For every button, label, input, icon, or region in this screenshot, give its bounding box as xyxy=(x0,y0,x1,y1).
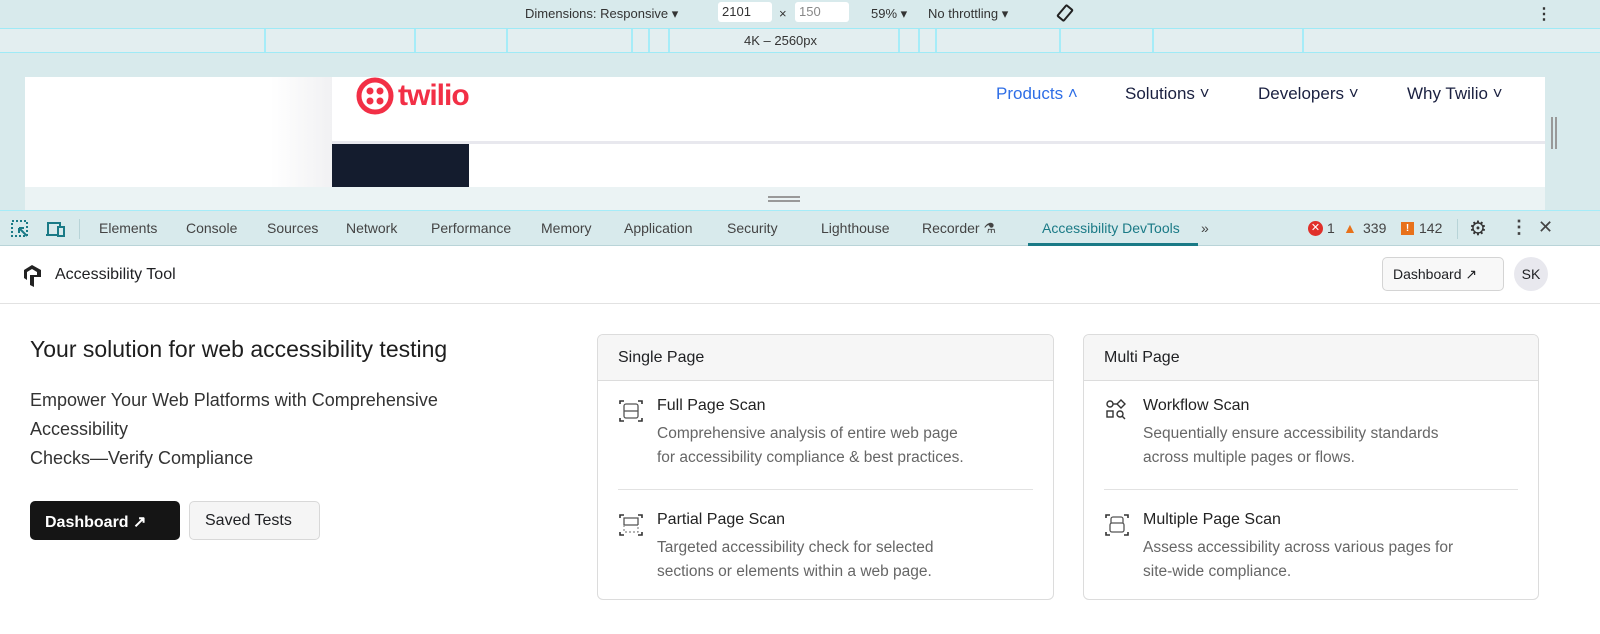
dimensions-label: Dimensions: Responsive xyxy=(525,6,669,21)
tab-elements[interactable]: Elements xyxy=(99,220,157,236)
card-title: Single Page xyxy=(598,335,1053,381)
flask-icon: ⚗ xyxy=(983,220,997,236)
nav-products[interactable]: Products ˄ xyxy=(996,84,1078,104)
multiple-page-scan-icon xyxy=(1105,514,1129,536)
desc-line: Assess accessibility across various page… xyxy=(1143,539,1454,556)
device-toggle-icon[interactable] xyxy=(44,220,66,241)
tab-memory[interactable]: Memory xyxy=(541,220,592,236)
user-avatar[interactable]: SK xyxy=(1514,257,1548,291)
dashboard-button[interactable]: Dashboard ↗ xyxy=(30,501,180,540)
tab-accessibility-devtools[interactable]: Accessibility DevTools xyxy=(1042,220,1180,236)
error-count[interactable]: 1 xyxy=(1327,220,1335,236)
option-title: Multiple Page Scan xyxy=(1143,511,1281,528)
subtitle-line: Checks—Verify Compliance xyxy=(30,448,254,468)
nav-solutions[interactable]: Solutions ˅ xyxy=(1125,84,1210,104)
partial-page-scan-icon xyxy=(619,514,643,536)
hero-heading: Your solution for web accessibility test… xyxy=(30,336,448,362)
multi-page-card: Multi Page Workflow Scan Sequentially en… xyxy=(1083,334,1539,600)
nav-label: Solutions xyxy=(1125,84,1195,103)
warning-count[interactable]: 339 xyxy=(1363,220,1386,236)
resize-handle-right[interactable] xyxy=(1551,117,1557,149)
throttling-dropdown[interactable]: No throttling ▾ xyxy=(928,6,1008,22)
more-options-icon[interactable]: ⋮ xyxy=(1536,4,1552,24)
tab-application[interactable]: Application xyxy=(624,220,693,236)
external-link-icon: ↗ xyxy=(1465,266,1478,282)
issues-icon[interactable]: ! xyxy=(1401,222,1414,235)
full-page-scan-icon xyxy=(619,400,643,422)
option-description: Comprehensive analysis of entire web pag… xyxy=(657,422,964,470)
settings-gear-icon[interactable]: ⚙ xyxy=(1469,216,1487,241)
option-title: Full Page Scan xyxy=(657,397,766,414)
single-page-card: Single Page Full Page Scan Comprehensive… xyxy=(597,334,1054,600)
card-title: Multi Page xyxy=(1084,335,1538,381)
option-description: Assess accessibility across various page… xyxy=(1143,536,1453,584)
page-preview: twilio Products ˄ Solutions ˅ Developers… xyxy=(332,77,1545,187)
external-link-icon: ↗ xyxy=(133,514,147,531)
devtools-menu-icon[interactable]: ⋮ xyxy=(1510,217,1528,238)
resize-handle[interactable] xyxy=(768,196,800,202)
tab-network[interactable]: Network xyxy=(346,220,397,236)
issues-count[interactable]: 142 xyxy=(1419,220,1442,236)
emulated-viewport-area: twilio Products ˄ Solutions ˅ Developers… xyxy=(0,53,1600,210)
tab-performance[interactable]: Performance xyxy=(431,220,511,236)
more-tabs-icon[interactable]: » xyxy=(1201,220,1209,236)
desc-line: site-wide compliance. xyxy=(1143,563,1292,580)
error-icon[interactable]: ✕ xyxy=(1308,221,1323,236)
nav-label: Developers xyxy=(1258,84,1344,103)
throttling-label: No throttling xyxy=(928,6,999,21)
nav-label: Products xyxy=(996,84,1064,103)
workflow-scan-icon xyxy=(1106,399,1126,420)
button-label: Dashboard xyxy=(1393,266,1462,282)
desc-line: sections or elements within a web page. xyxy=(657,563,932,580)
desc-line: for accessibility compliance & best prac… xyxy=(657,449,964,466)
times-sign: × xyxy=(779,6,787,21)
desc-line: across multiple pages or flows. xyxy=(1143,449,1355,466)
subtitle-line: Empower Your Web Platforms with Comprehe… xyxy=(30,390,438,410)
full-page-scan-option[interactable]: Full Page Scan Comprehensive analysis of… xyxy=(618,397,1033,467)
app-header: Accessibility Tool Dashboard ↗ SK xyxy=(0,246,1600,304)
multiple-page-scan-option[interactable]: Multiple Page Scan Assess accessibility … xyxy=(1104,511,1518,581)
tab-security[interactable]: Security xyxy=(727,220,778,236)
close-icon[interactable]: ✕ xyxy=(1538,217,1553,238)
zoom-dropdown[interactable]: 59% ▾ xyxy=(871,6,907,22)
app-logo-icon xyxy=(20,263,44,294)
option-description: Targeted accessibility check for selecte… xyxy=(657,536,934,584)
option-title: Workflow Scan xyxy=(1143,397,1250,414)
subtitle-line: Accessibility xyxy=(30,419,129,439)
hero-subtitle: Empower Your Web Platforms with Comprehe… xyxy=(30,386,438,473)
dimensions-dropdown[interactable]: Dimensions: Responsive ▾ xyxy=(525,6,678,22)
button-label: Dashboard xyxy=(45,514,129,531)
app-title: Accessibility Tool xyxy=(55,266,176,283)
desc-line: Targeted accessibility check for selecte… xyxy=(657,539,934,556)
tab-recorder[interactable]: Recorder ⚗ xyxy=(922,220,996,237)
desc-line: Sequentially ensure accessibility standa… xyxy=(1143,425,1439,442)
tab-lighthouse[interactable]: Lighthouse xyxy=(821,220,890,236)
media-query-ruler[interactable]: 4K – 2560px xyxy=(0,28,1600,53)
width-input[interactable]: 2101 xyxy=(718,2,772,22)
nav-label: Why Twilio xyxy=(1407,84,1488,103)
nav-why-twilio[interactable]: Why Twilio ˅ xyxy=(1407,84,1503,104)
header-dashboard-button[interactable]: Dashboard ↗ xyxy=(1382,257,1504,291)
tab-console[interactable]: Console xyxy=(186,220,237,236)
warning-icon[interactable]: ▲ xyxy=(1343,220,1357,236)
inspect-element-icon[interactable] xyxy=(11,220,29,241)
option-description: Sequentially ensure accessibility standa… xyxy=(1143,422,1439,470)
desc-line: Comprehensive analysis of entire web pag… xyxy=(657,425,958,442)
devtools-tabbar: Elements Console Sources Network Perform… xyxy=(0,210,1600,246)
device-toolbar: Dimensions: Responsive ▾ 2101 × 150 59% … xyxy=(0,0,1600,28)
workflow-scan-option[interactable]: Workflow Scan Sequentially ensure access… xyxy=(1104,397,1518,467)
saved-tests-button[interactable]: Saved Tests xyxy=(189,501,320,540)
ruler-label: 4K – 2560px xyxy=(744,33,818,48)
tab-label: Recorder xyxy=(922,220,980,236)
partial-page-scan-option[interactable]: Partial Page Scan Targeted accessibility… xyxy=(618,511,1033,581)
nav-developers[interactable]: Developers ˅ xyxy=(1258,84,1359,104)
zoom-label: 59% xyxy=(871,6,898,21)
option-title: Partial Page Scan xyxy=(657,511,786,528)
height-input[interactable]: 150 xyxy=(795,2,849,22)
tab-sources[interactable]: Sources xyxy=(267,220,318,236)
rotate-icon[interactable] xyxy=(1055,3,1075,26)
twilio-logo[interactable]: twilio xyxy=(356,77,470,115)
